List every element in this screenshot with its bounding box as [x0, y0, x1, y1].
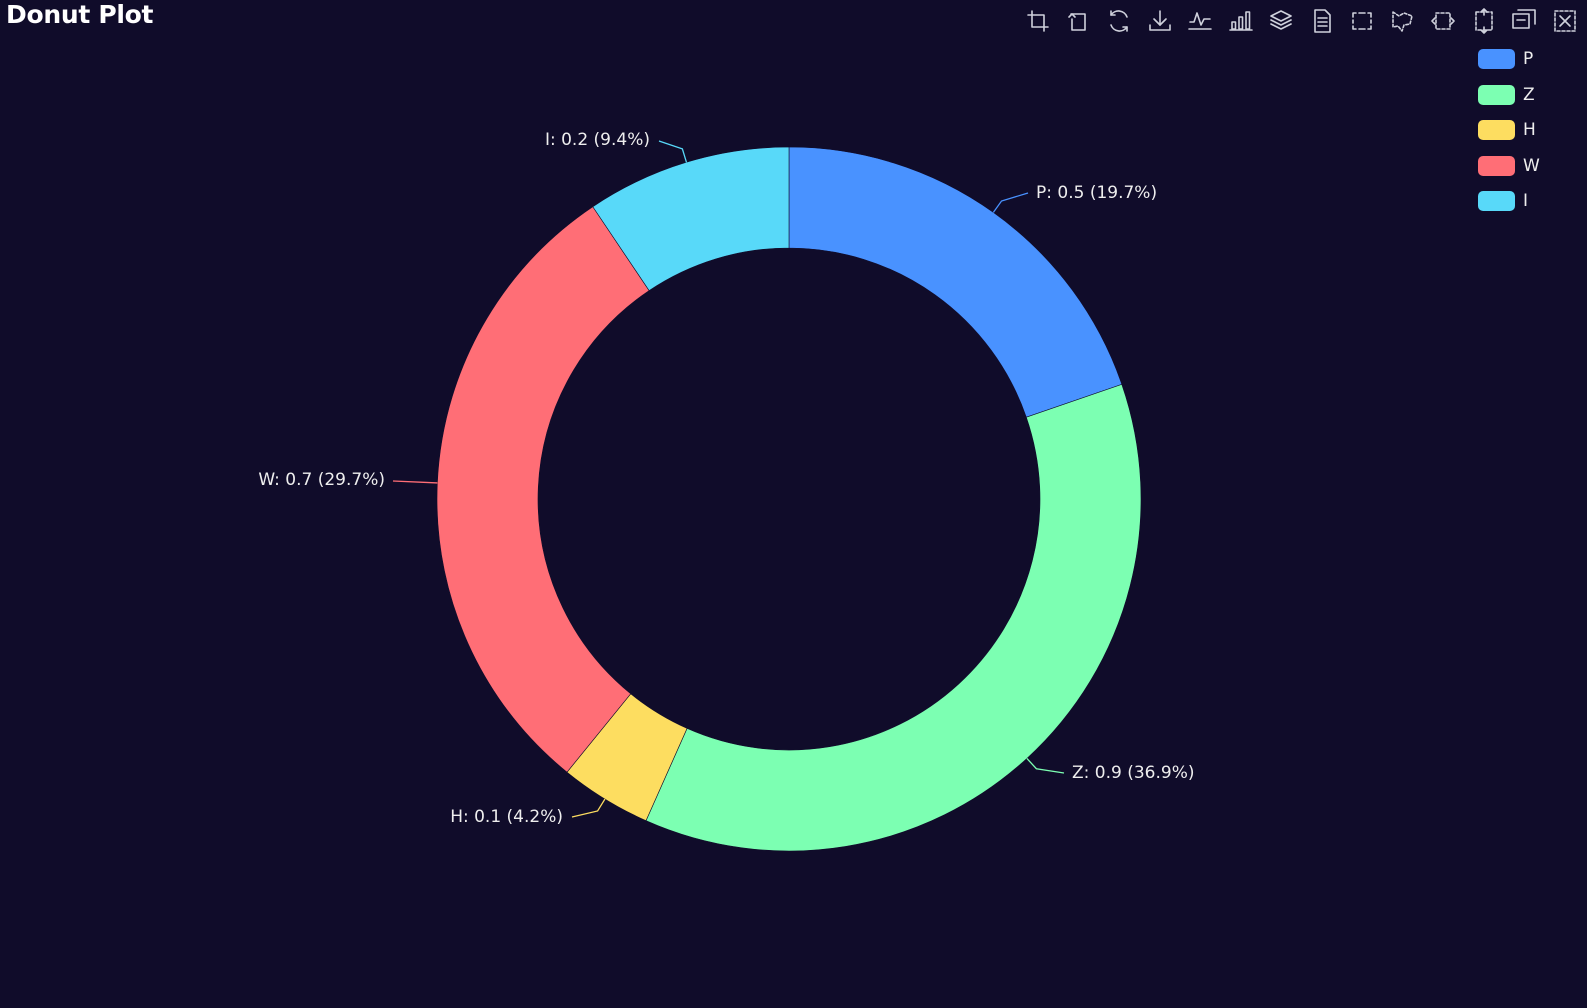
label-line-z	[1026, 757, 1065, 774]
donut-slices	[436, 146, 1142, 852]
donut-chart: P: 0.5 (19.7%) Z: 0.9 (36.9%) H: 0.1 (4.2%…	[258, 130, 1195, 852]
slice-label-p: P: 0.5 (19.7%)	[1036, 183, 1157, 203]
slice-label-h: H: 0.1 (4.2%)	[450, 807, 563, 827]
slice-label-z: Z: 0.9 (36.9%)	[1072, 763, 1195, 783]
slice-label-i: I: 0.2 (9.4%)	[545, 130, 650, 150]
chart-canvas: Donut Plot PZHWI P: 0.5 (19.7%) Z: 0.9 (3…	[0, 0, 1587, 1008]
slice-z[interactable]	[645, 383, 1142, 852]
label-line-w	[392, 480, 438, 484]
slice-w[interactable]	[436, 206, 650, 773]
slice-label-w: W: 0.7 (29.7%)	[258, 470, 385, 490]
label-line-h	[571, 798, 606, 818]
label-line-i	[658, 140, 688, 163]
label-line-p	[992, 192, 1029, 213]
